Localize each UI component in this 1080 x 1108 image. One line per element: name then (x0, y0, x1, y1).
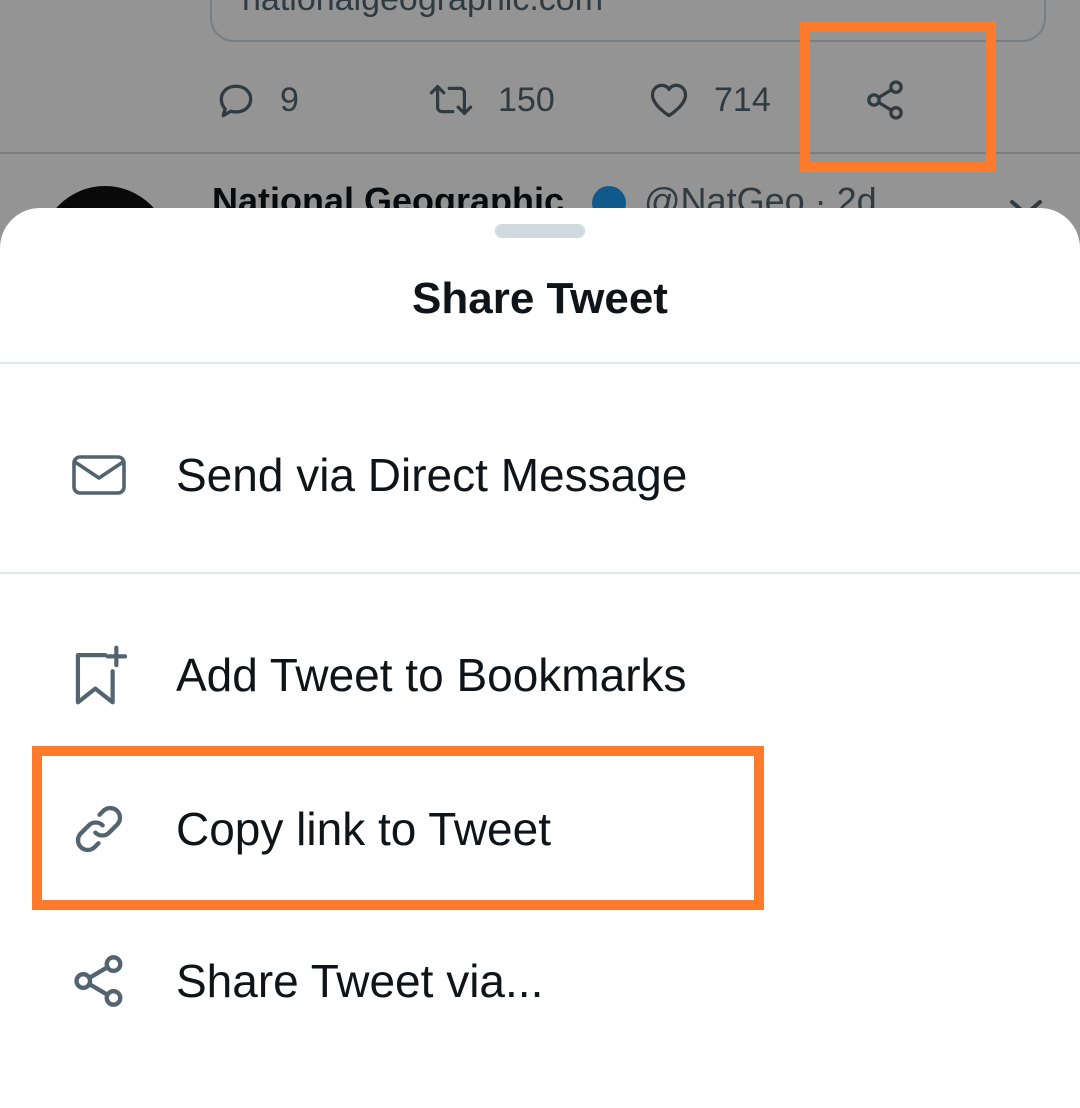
menu-item-share-via[interactable]: Share Tweet via... (0, 926, 1080, 1036)
share-icon (68, 950, 130, 1012)
divider (0, 362, 1080, 364)
menu-item-add-bookmark[interactable]: Add Tweet to Bookmarks (0, 620, 1080, 730)
menu-item-send-direct-message[interactable]: Send via Direct Message (0, 420, 1080, 530)
share-tweet-sheet: Share Tweet Send via Direct Message Add … (0, 208, 1080, 1108)
envelope-icon (68, 444, 130, 506)
highlight-copy-link (32, 746, 764, 910)
drag-handle[interactable] (495, 224, 585, 238)
bookmark-add-icon (68, 644, 130, 706)
sheet-title: Share Tweet (412, 274, 668, 323)
highlight-share-button (800, 22, 996, 172)
menu-item-label: Add Tweet to Bookmarks (176, 649, 687, 701)
divider (0, 572, 1080, 574)
menu-item-label: Share Tweet via... (176, 955, 544, 1007)
menu-item-label: Send via Direct Message (176, 449, 688, 501)
